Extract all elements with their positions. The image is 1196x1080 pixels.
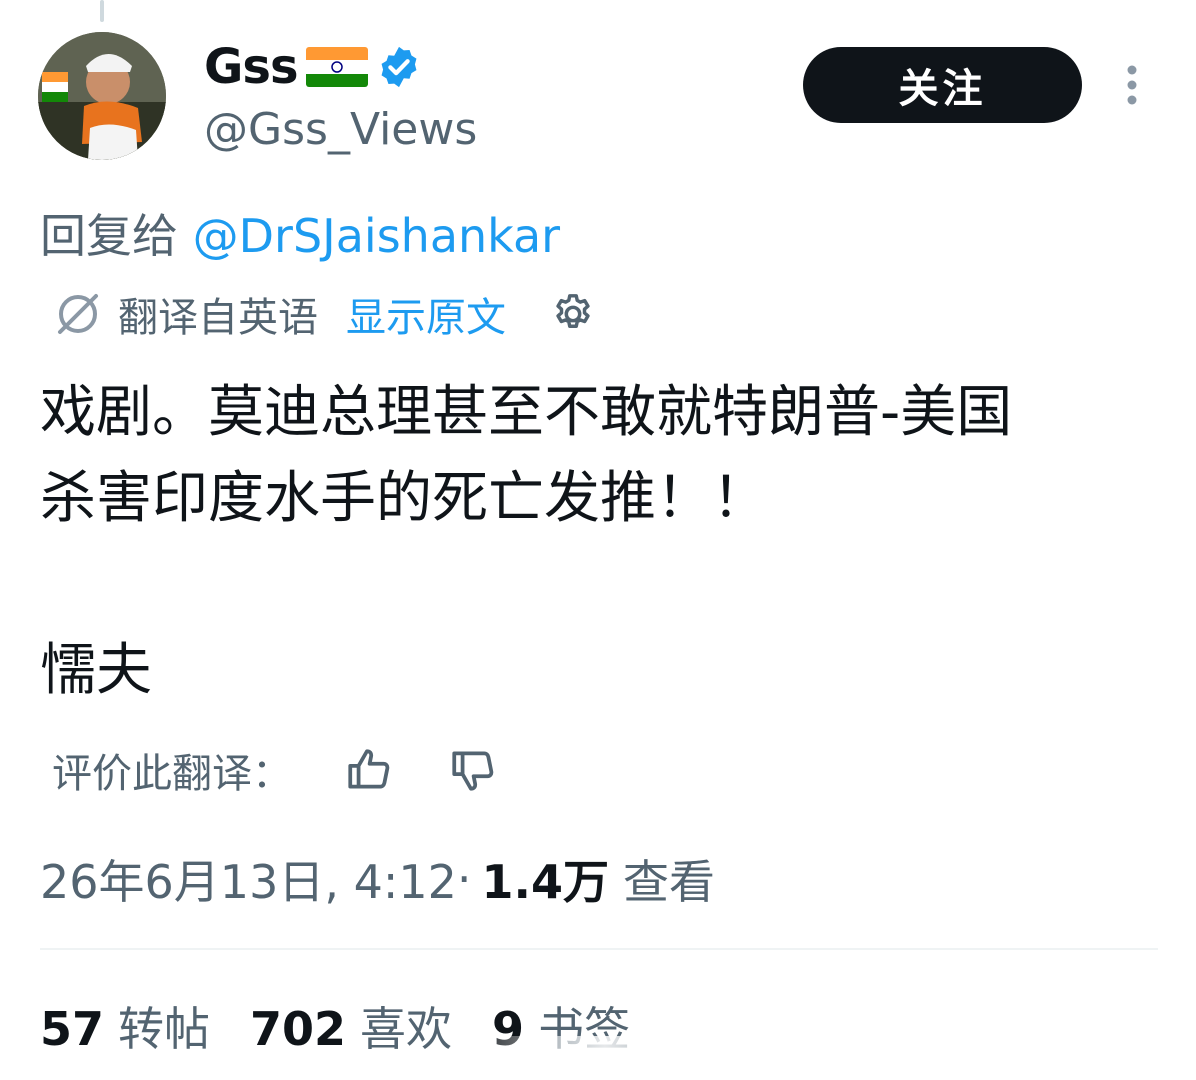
views-count: 1.4万	[481, 855, 610, 909]
tweet-meta-row: 26年6月13日, 4:12 · 1.4万 查看	[40, 846, 715, 912]
author-handle[interactable]: @Gss_Views	[204, 104, 477, 155]
show-original-link[interactable]: 显示原文	[346, 285, 506, 343]
reply-to-line: 回复给 @DrSJaishankar	[40, 200, 560, 266]
translation-label: 翻译自英语	[118, 295, 318, 341]
translate-icon	[58, 294, 98, 334]
tweet-text-line: 懦夫	[40, 638, 152, 703]
rate-translation-label: 评价此翻译：	[52, 751, 292, 797]
retweets-label: 转帖	[118, 1002, 211, 1056]
more-vertical-icon[interactable]	[1121, 64, 1143, 110]
reply-to-prefix: 回复给	[40, 209, 193, 263]
thumbs-up-icon[interactable]	[344, 745, 394, 795]
verified-badge-icon	[381, 46, 416, 88]
tweet-timestamp[interactable]: 26年6月13日, 4:12	[40, 846, 457, 912]
rate-translation-row: 评价此翻译：	[52, 740, 498, 800]
gear-icon[interactable]	[550, 291, 596, 337]
likes-stat[interactable]: 702 喜欢	[250, 993, 452, 1059]
thread-connector-line	[100, 0, 104, 22]
likes-count: 702	[250, 1002, 347, 1056]
author-display-name[interactable]: Gss	[204, 39, 299, 95]
translation-bar: 翻译自英语 显示原文	[52, 286, 596, 342]
tweet-body: 戏剧。莫迪总理甚至不敢就特朗普-美国 杀害印度水手的死亡发推！！ 懦夫	[40, 370, 1160, 714]
follow-button[interactable]: 关注	[803, 47, 1082, 123]
reply-to-mention[interactable]: @DrSJaishankar	[193, 209, 560, 263]
tweet-text-line: 杀害印度水手的死亡发推！！	[40, 466, 768, 531]
likes-label: 喜欢	[360, 1002, 453, 1056]
author-name-row[interactable]: Gss	[204, 36, 422, 98]
meta-separator: ·	[456, 852, 472, 906]
divider	[40, 948, 1158, 950]
tweet-text-line: 戏剧。莫迪总理甚至不敢就特朗普-美国	[40, 380, 1013, 445]
avatar-image	[38, 32, 166, 160]
watermark-overlay	[490, 1036, 720, 1076]
views-label: 查看	[623, 855, 715, 909]
retweets-stat[interactable]: 57 转帖	[40, 993, 210, 1059]
india-flag-icon	[305, 47, 368, 87]
avatar[interactable]	[38, 32, 166, 160]
thumbs-down-icon[interactable]	[448, 745, 498, 795]
retweets-count: 57	[40, 1002, 105, 1056]
tweet-blank-line	[40, 542, 1160, 628]
